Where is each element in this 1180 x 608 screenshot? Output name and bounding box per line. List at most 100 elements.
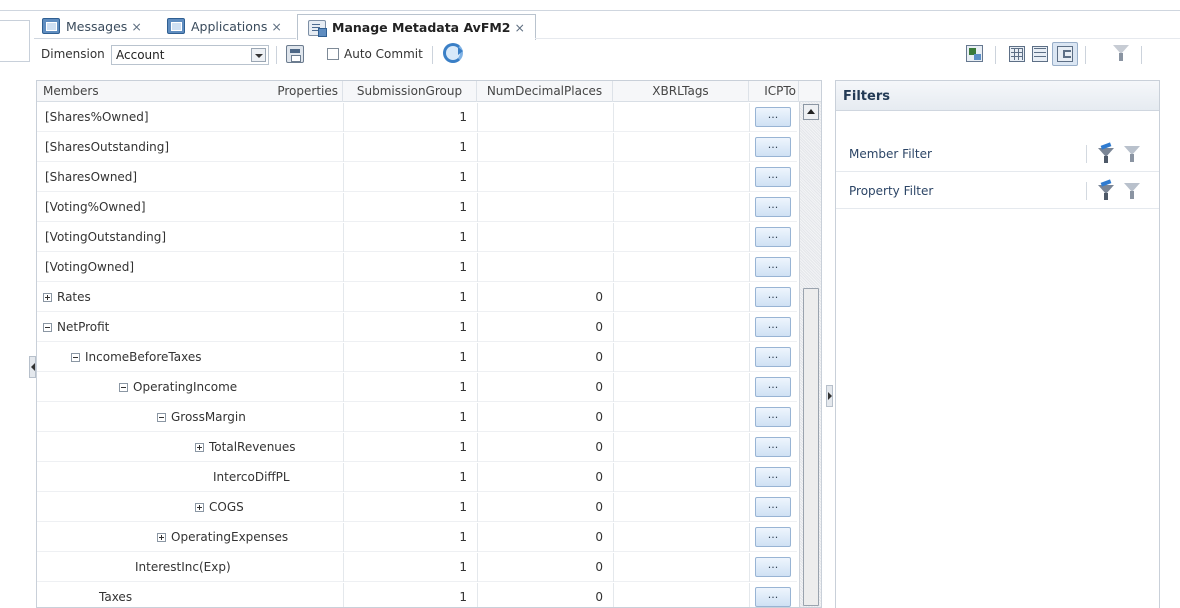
icp-cell[interactable]: ... — [749, 493, 797, 522]
collapse-icon[interactable] — [43, 323, 52, 332]
table-row[interactable]: InterestInc(Exp) 1 0... — [37, 553, 797, 582]
num-decimal-places-cell[interactable] — [477, 133, 613, 162]
member-cell[interactable]: [SharesOwned] — [37, 163, 343, 192]
icp-cell[interactable]: ... — [749, 163, 797, 192]
member-cell[interactable]: Rates — [37, 283, 343, 312]
table-row[interactable]: NetProfit 1 0... — [37, 313, 797, 342]
submission-group-cell[interactable]: 1 — [343, 373, 477, 402]
submission-group-cell[interactable]: 1 — [343, 313, 477, 342]
icp-cell[interactable]: ... — [749, 433, 797, 462]
table-row[interactable]: GrossMargin 1 0... — [37, 403, 797, 432]
grid-view-icon[interactable] — [1009, 46, 1025, 62]
xbrl-tags-cell[interactable] — [613, 193, 749, 222]
submission-group-cell[interactable]: 1 — [343, 553, 477, 582]
ellipsis-button[interactable]: ... — [755, 557, 791, 577]
collapse-filters-panel-button[interactable] — [826, 385, 833, 407]
table-row[interactable]: [Voting%Owned] 1... — [37, 193, 797, 222]
export-icon[interactable] — [966, 45, 983, 62]
num-decimal-places-cell[interactable] — [477, 103, 613, 132]
tab-applications[interactable]: Applications × — [167, 14, 282, 38]
submission-group-cell[interactable]: 1 — [343, 343, 477, 372]
num-decimal-places-cell[interactable]: 0 — [477, 403, 613, 432]
icp-header[interactable]: ICPTo — [749, 81, 799, 102]
num-decimal-places-cell[interactable]: 0 — [477, 283, 613, 312]
scroll-thumb[interactable] — [803, 288, 819, 606]
xbrl-tags-cell[interactable] — [613, 343, 749, 372]
member-cell[interactable]: NetProfit — [37, 313, 343, 342]
submission-group-cell[interactable]: 1 — [343, 493, 477, 522]
num-decimal-places-cell[interactable] — [477, 163, 613, 192]
collapse-icon[interactable] — [71, 353, 80, 362]
table-row[interactable]: [VotingOwned] 1... — [37, 253, 797, 282]
member-cell[interactable]: InterestInc(Exp) — [37, 553, 343, 582]
tree-view-button[interactable] — [1052, 42, 1078, 66]
icp-cell[interactable]: ... — [749, 583, 797, 607]
icp-cell[interactable]: ... — [749, 223, 797, 252]
submission-group-cell[interactable]: 1 — [343, 103, 477, 132]
refresh-icon[interactable] — [443, 43, 463, 63]
close-icon[interactable]: × — [271, 19, 281, 34]
tab-manage-metadata[interactable]: Manage Metadata AvFM2 × — [297, 14, 536, 40]
xbrl-tags-cell[interactable] — [613, 523, 749, 552]
ellipsis-button[interactable]: ... — [755, 527, 791, 547]
icp-cell[interactable]: ... — [749, 253, 797, 282]
property-filter-row[interactable]: Property Filter — [836, 173, 1159, 209]
expand-icon[interactable] — [195, 443, 204, 452]
member-cell[interactable]: IncomeBeforeTaxes — [37, 343, 343, 372]
member-cell[interactable]: Taxes — [37, 583, 343, 607]
xbrl-tags-header[interactable]: XBRLTags — [613, 81, 749, 102]
member-cell[interactable]: COGS — [37, 493, 343, 522]
xbrl-tags-cell[interactable] — [613, 583, 749, 607]
ellipsis-button[interactable]: ... — [755, 347, 791, 367]
table-row[interactable]: Taxes 1 0... — [37, 583, 797, 607]
num-decimal-places-header[interactable]: NumDecimalPlaces — [477, 81, 613, 102]
collapse-icon[interactable] — [119, 383, 128, 392]
icp-cell[interactable]: ... — [749, 403, 797, 432]
table-row[interactable]: COGS 1 0... — [37, 493, 797, 522]
member-cell[interactable]: [SharesOutstanding] — [37, 133, 343, 162]
submission-group-cell[interactable]: 1 — [343, 463, 477, 492]
collapse-left-panel-button[interactable] — [29, 356, 36, 378]
num-decimal-places-cell[interactable]: 0 — [477, 313, 613, 342]
ellipsis-button[interactable]: ... — [755, 107, 791, 127]
table-row[interactable]: [SharesOwned] 1... — [37, 163, 797, 192]
num-decimal-places-cell[interactable]: 0 — [477, 463, 613, 492]
submission-group-cell[interactable]: 1 — [343, 163, 477, 192]
member-cell[interactable]: [Shares%Owned] — [37, 103, 343, 132]
ellipsis-button[interactable]: ... — [755, 167, 791, 187]
clear-filter-icon[interactable] — [1098, 142, 1114, 164]
member-cell[interactable]: OperatingExpenses — [37, 523, 343, 552]
ellipsis-button[interactable]: ... — [755, 287, 791, 307]
xbrl-tags-cell[interactable] — [613, 163, 749, 192]
num-decimal-places-cell[interactable] — [477, 253, 613, 282]
ellipsis-button[interactable]: ... — [755, 587, 791, 607]
icp-cell[interactable]: ... — [749, 133, 797, 162]
expand-icon[interactable] — [195, 503, 204, 512]
auto-commit-checkbox[interactable] — [327, 48, 339, 60]
clear-filter-icon[interactable] — [1098, 179, 1114, 201]
ellipsis-button[interactable]: ... — [755, 437, 791, 457]
xbrl-tags-cell[interactable] — [613, 433, 749, 462]
icp-cell[interactable]: ... — [749, 103, 797, 132]
ellipsis-button[interactable]: ... — [755, 407, 791, 427]
xbrl-tags-cell[interactable] — [613, 403, 749, 432]
member-cell[interactable]: [VotingOwned] — [37, 253, 343, 282]
xbrl-tags-cell[interactable] — [613, 103, 749, 132]
xbrl-tags-cell[interactable] — [613, 283, 749, 312]
xbrl-tags-cell[interactable] — [613, 133, 749, 162]
collapse-icon[interactable] — [157, 413, 166, 422]
tab-messages[interactable]: Messages × — [42, 14, 142, 38]
member-properties-icon[interactable] — [286, 45, 304, 63]
table-row[interactable]: [Shares%Owned] 1... — [37, 103, 797, 132]
ellipsis-button[interactable]: ... — [755, 377, 791, 397]
expand-icon[interactable] — [157, 533, 166, 542]
num-decimal-places-cell[interactable]: 0 — [477, 553, 613, 582]
num-decimal-places-cell[interactable]: 0 — [477, 433, 613, 462]
num-decimal-places-cell[interactable]: 0 — [477, 493, 613, 522]
ellipsis-button[interactable]: ... — [755, 197, 791, 217]
filter-icon[interactable] — [1113, 45, 1129, 61]
ellipsis-button[interactable]: ... — [755, 257, 791, 277]
dimension-select[interactable]: Account — [111, 45, 269, 65]
scroll-up-arrow-icon[interactable] — [803, 104, 819, 120]
ellipsis-button[interactable]: ... — [755, 137, 791, 157]
